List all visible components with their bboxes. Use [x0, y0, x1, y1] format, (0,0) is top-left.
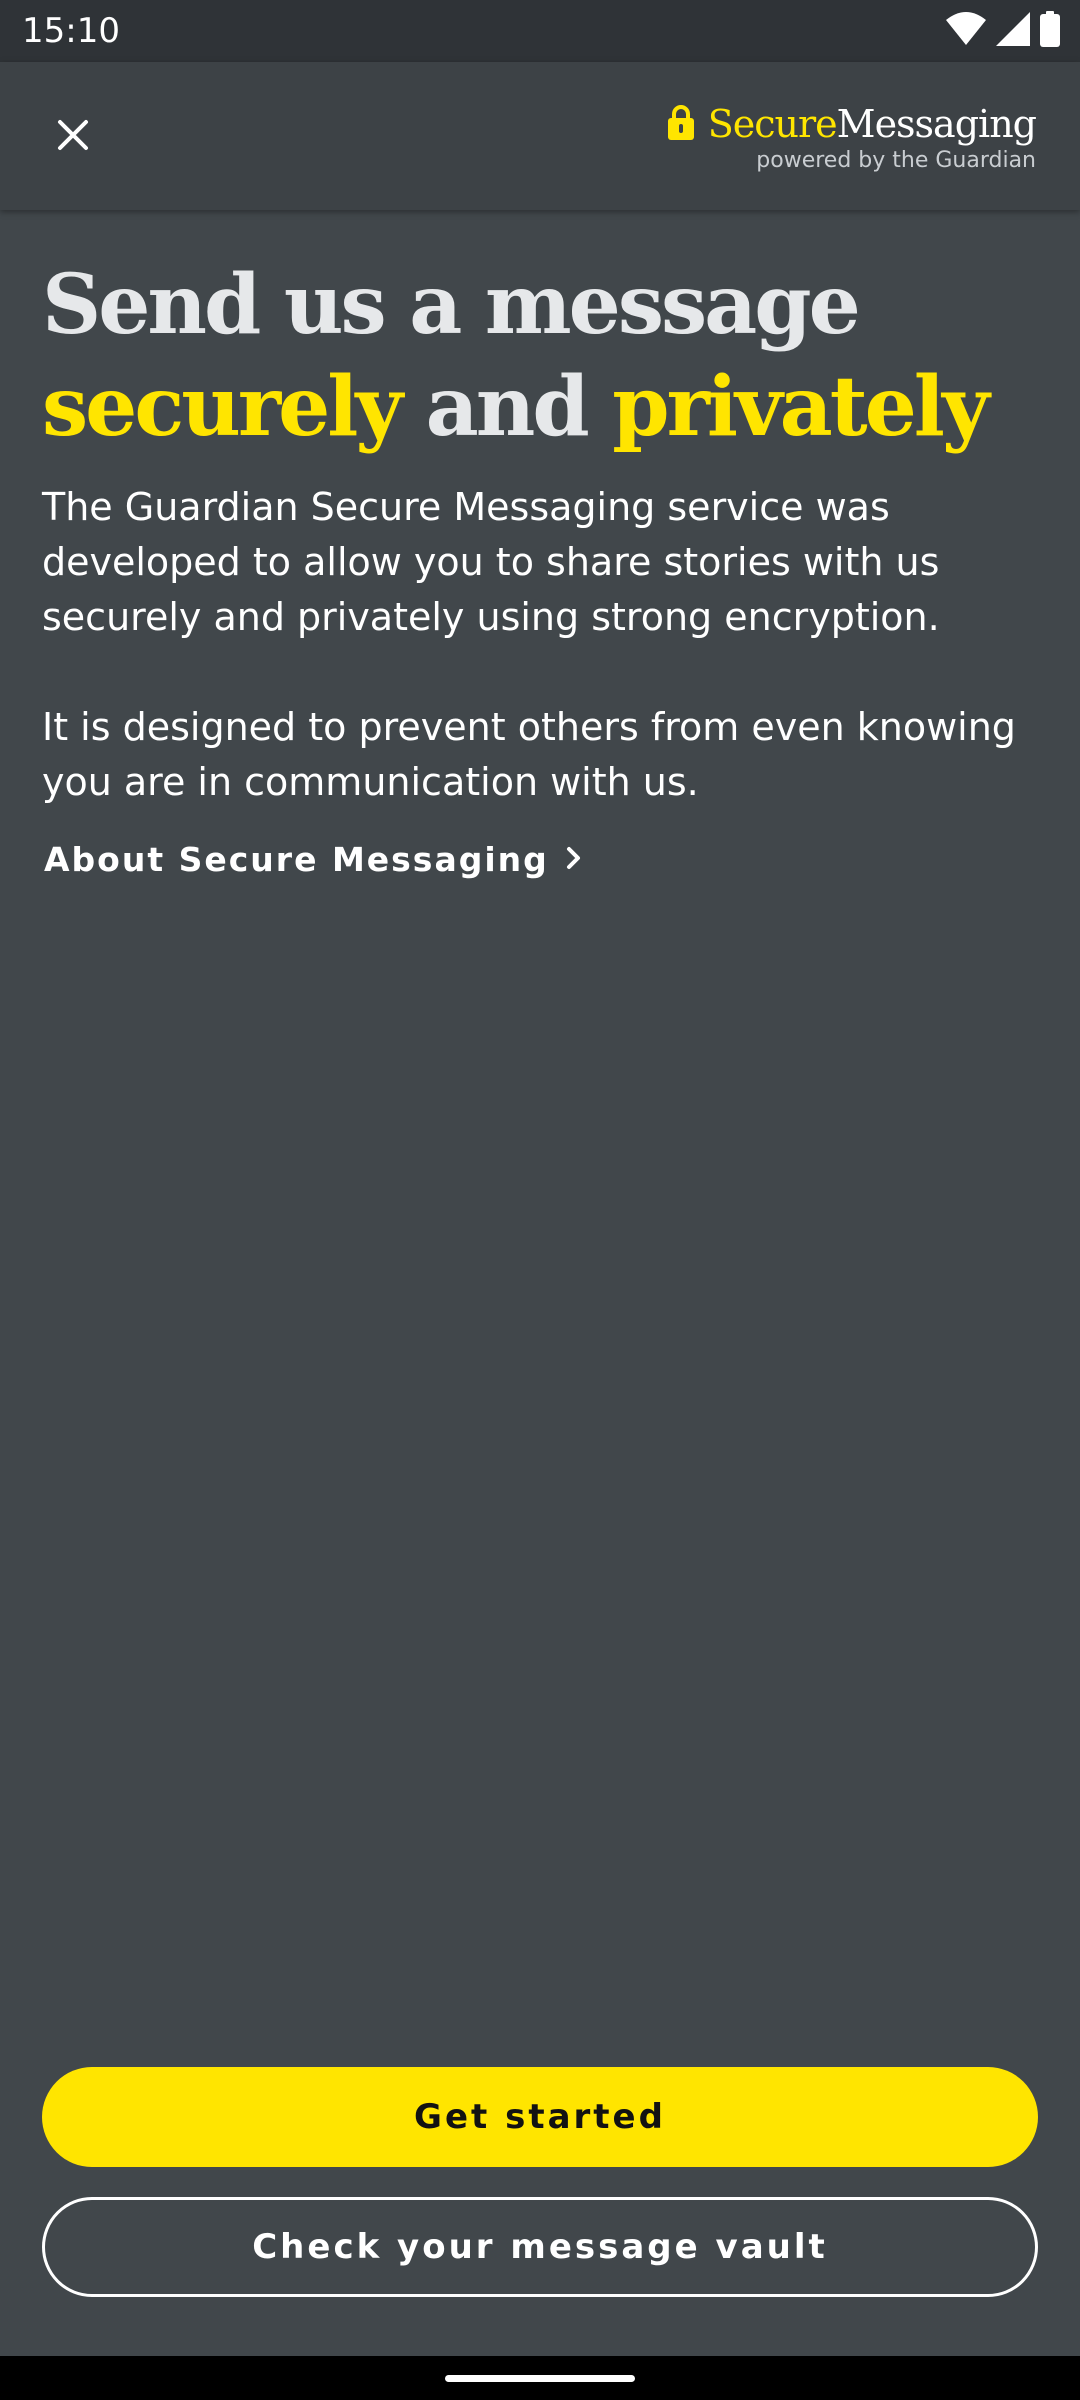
headline-word-privately: privately [612, 359, 989, 455]
brand-messaging: Messaging [836, 102, 1037, 146]
get-started-button[interactable]: Get started [42, 2067, 1038, 2167]
main-content: Send us a message securely and privately… [0, 210, 1080, 2356]
brand-tagline: powered by the Guardian [756, 148, 1036, 173]
close-icon [56, 118, 90, 156]
battery-icon [1040, 11, 1060, 51]
brand-name: SecureMessaging [707, 102, 1037, 146]
cellular-signal-icon [996, 12, 1030, 50]
brand-secure: Secure [707, 102, 838, 146]
close-button[interactable] [40, 104, 106, 170]
headline-line1: Send us a message [42, 257, 861, 353]
home-indicator[interactable] [445, 2375, 635, 2382]
status-bar: 15:10 [0, 0, 1080, 62]
navigation-bar [0, 2356, 1080, 2400]
check-message-vault-button[interactable]: Check your message vault [42, 2197, 1038, 2297]
lock-icon [667, 104, 694, 144]
status-time: 15:10 [22, 11, 120, 51]
chevron-right-icon [563, 845, 583, 875]
about-secure-messaging-link[interactable]: About Secure Messaging [44, 840, 583, 879]
intro-paragraph: The Guardian Secure Messaging service wa… [42, 485, 940, 639]
about-link-label: About Secure Messaging [44, 840, 549, 879]
headline-word-securely: securely [42, 359, 403, 455]
wifi-icon [946, 12, 986, 50]
page-title: Send us a message securely and privately [42, 254, 1042, 458]
headline-word-and: and [425, 359, 590, 455]
app-header: SecureMessaging powered by the Guardian [0, 62, 1080, 210]
secure-messaging-logo: SecureMessaging powered by the Guardian [667, 102, 1037, 173]
privacy-paragraph: It is designed to prevent others from ev… [42, 705, 1016, 804]
status-icons [946, 11, 1060, 51]
